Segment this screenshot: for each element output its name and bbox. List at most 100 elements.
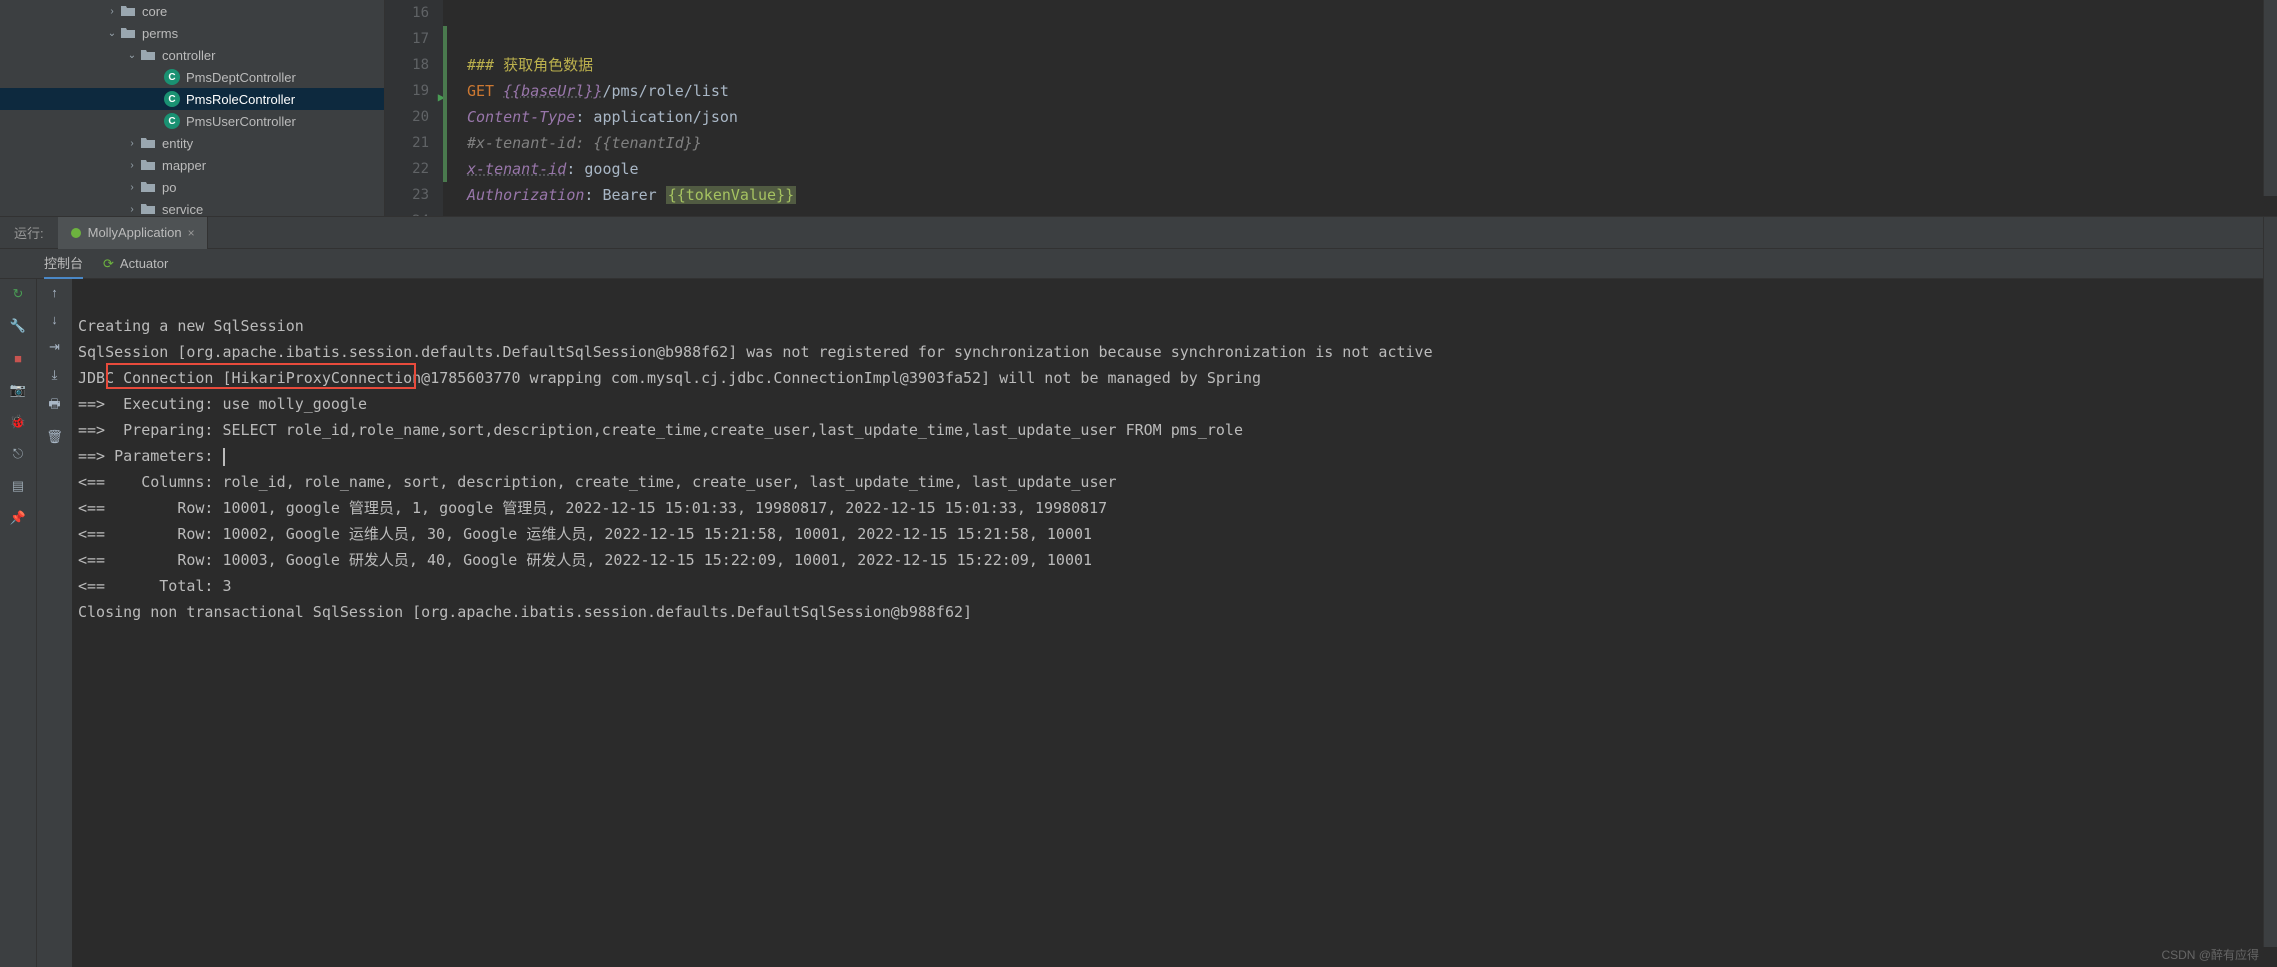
tree-label: mapper bbox=[162, 158, 206, 173]
log-line: Creating a new SqlSession bbox=[78, 317, 304, 335]
line-number: 19▶ bbox=[385, 78, 429, 104]
http-method: GET bbox=[467, 82, 494, 100]
class-icon: C bbox=[164, 113, 180, 129]
code-comment: ### 获取角色数据 bbox=[467, 56, 593, 74]
code-area[interactable]: ### 获取角色数据 GET {{baseUrl}}/pms/role/list… bbox=[443, 0, 2277, 216]
down-icon[interactable]: ↓ bbox=[51, 312, 58, 327]
code-editor[interactable]: 16 17 18 19▶ 20 21 22 23 24 ### 获取角色数据 G… bbox=[385, 0, 2277, 216]
layout-icon[interactable]: ▤ bbox=[9, 477, 27, 495]
tree-label: entity bbox=[162, 136, 193, 151]
vcs-change-marker bbox=[443, 26, 447, 182]
console-row: ↻ 🔧 ■ 📷 🐞 ⎋ ▤ 📌 ↑ ↓ ⇥ ⤓ 🖶 🗑 Creating a n… bbox=[0, 279, 2277, 967]
tree-item-po[interactable]: ›po bbox=[0, 176, 384, 198]
line-number: 16 bbox=[385, 0, 429, 26]
line-number: 18 bbox=[385, 52, 429, 78]
tree-label: perms bbox=[142, 26, 178, 41]
caret bbox=[223, 448, 225, 466]
tree-label: service bbox=[162, 202, 203, 217]
tree-label: PmsUserController bbox=[186, 114, 296, 129]
log-line: Closing non transactional SqlSession [or… bbox=[78, 603, 972, 621]
log-line: <== Row: 10002, Google 运维人员, 30, Google … bbox=[78, 525, 1092, 543]
console-subtabs: 控制台 ⟳Actuator bbox=[0, 249, 2277, 279]
camera-icon[interactable]: 📷 bbox=[9, 381, 27, 399]
tree-item-mapper[interactable]: ›mapper bbox=[0, 154, 384, 176]
tree-label: PmsRoleController bbox=[186, 92, 295, 107]
tree-label: po bbox=[162, 180, 176, 195]
folder-icon bbox=[140, 201, 156, 216]
wrench-icon[interactable]: 🔧 bbox=[9, 317, 27, 335]
log-line: ==> Parameters: bbox=[78, 447, 223, 465]
editor-scrollbar[interactable] bbox=[2263, 0, 2277, 196]
header-key: Content-Type bbox=[467, 108, 575, 126]
scroll-icon[interactable]: ⤓ bbox=[52, 367, 58, 383]
top-split: ›core ⌄perms ⌄controller C PmsDeptControl… bbox=[0, 0, 2277, 216]
actuator-icon: ⟳ bbox=[103, 256, 114, 272]
run-config-tab[interactable]: MollyApplication × bbox=[58, 217, 208, 249]
console-toolbar: ↑ ↓ ⇥ ⤓ 🖶 🗑 bbox=[36, 279, 72, 967]
run-toolbar: ↻ 🔧 ■ 📷 🐞 ⎋ ▤ 📌 bbox=[0, 279, 36, 967]
url-var: {{baseUrl}} bbox=[503, 82, 602, 100]
header-val: : google bbox=[566, 160, 638, 178]
folder-icon bbox=[140, 135, 156, 151]
run-tabstrip: 运行: MollyApplication × bbox=[0, 217, 2277, 249]
log-line: <== Columns: role_id, role_name, sort, d… bbox=[78, 473, 1117, 491]
clear-icon[interactable]: 🗑 bbox=[46, 429, 63, 445]
header-bearer: : Bearer bbox=[584, 186, 665, 204]
close-icon[interactable]: × bbox=[188, 226, 195, 240]
line-gutter: 16 17 18 19▶ 20 21 22 23 24 bbox=[385, 0, 443, 216]
line-number: 23 bbox=[385, 182, 429, 208]
commented-header: #x-tenant-id: {{tenantId}} bbox=[467, 134, 702, 152]
log-line: ==> Executing: use molly_google bbox=[78, 395, 367, 413]
log-line: JDBC Connection [HikariProxyConnection@1… bbox=[78, 369, 1261, 387]
token-var: {{tokenValue}} bbox=[666, 186, 796, 204]
tree-item-pmsuser[interactable]: C PmsUserController bbox=[0, 110, 384, 132]
tree-item-pmsdept[interactable]: C PmsDeptController bbox=[0, 66, 384, 88]
run-label: 运行: bbox=[0, 223, 58, 242]
line-number: 22 bbox=[385, 156, 429, 182]
folder-icon bbox=[140, 157, 156, 173]
tree-label: core bbox=[142, 4, 167, 19]
class-icon: C bbox=[164, 91, 180, 107]
folder-icon bbox=[140, 47, 156, 63]
run-tool-window: 运行: MollyApplication × 控制台 ⟳Actuator ↻ 🔧… bbox=[0, 216, 2277, 967]
pin-icon[interactable]: 📌 bbox=[9, 509, 27, 527]
log-line: <== Total: 3 bbox=[78, 577, 232, 595]
up-icon[interactable]: ↑ bbox=[51, 285, 58, 300]
log-line: SqlSession [org.apache.ibatis.session.de… bbox=[78, 343, 1433, 361]
actuator-tab[interactable]: ⟳Actuator bbox=[103, 249, 168, 279]
console-output[interactable]: Creating a new SqlSession SqlSession [or… bbox=[72, 279, 2277, 967]
watermark: CSDN @醉有应得 bbox=[2161, 946, 2259, 963]
line-number: 21 bbox=[385, 130, 429, 156]
wrap-icon[interactable]: ⇥ bbox=[49, 339, 60, 355]
tree-item-service[interactable]: ›service bbox=[0, 198, 384, 216]
line-number: 17 bbox=[385, 26, 429, 52]
header-val: : application/json bbox=[575, 108, 738, 126]
header-key: Authorization bbox=[467, 186, 584, 204]
tree-item-pmsrole[interactable]: C PmsRoleController bbox=[0, 88, 384, 110]
tree-item-controller[interactable]: ⌄controller bbox=[0, 44, 384, 66]
tree-label: PmsDeptController bbox=[186, 70, 296, 85]
log-line: ==> Preparing: SELECT role_id,role_name,… bbox=[78, 421, 1252, 439]
header-key: x-tenant-id bbox=[467, 160, 566, 178]
bug-icon[interactable]: 🐞 bbox=[9, 413, 27, 431]
tree-item-entity[interactable]: ›entity bbox=[0, 132, 384, 154]
folder-icon bbox=[120, 3, 136, 19]
spring-icon bbox=[70, 227, 82, 239]
tree-item-perms[interactable]: ⌄perms bbox=[0, 22, 384, 44]
log-line: <== Row: 10003, Google 研发人员, 40, Google … bbox=[78, 551, 1092, 569]
folder-icon bbox=[120, 25, 136, 41]
print-icon[interactable]: 🖶 bbox=[48, 395, 60, 417]
console-scrollbar[interactable] bbox=[2263, 279, 2277, 947]
log-line: <== Row: 10001, google 管理员, 1, google 管理… bbox=[78, 499, 1107, 517]
line-number: 20 bbox=[385, 104, 429, 130]
tree-item-core[interactable]: ›core bbox=[0, 0, 384, 22]
folder-icon bbox=[140, 179, 156, 195]
rerun-icon[interactable]: ↻ bbox=[9, 285, 27, 303]
console-tab[interactable]: 控制台 bbox=[44, 249, 83, 279]
run-tab-label: MollyApplication bbox=[88, 225, 182, 240]
class-icon: C bbox=[164, 69, 180, 85]
project-tree[interactable]: ›core ⌄perms ⌄controller C PmsDeptControl… bbox=[0, 0, 385, 216]
tree-label: controller bbox=[162, 48, 215, 63]
stop-icon[interactable]: ■ bbox=[9, 349, 27, 367]
exit-icon[interactable]: ⎋ bbox=[9, 445, 27, 463]
